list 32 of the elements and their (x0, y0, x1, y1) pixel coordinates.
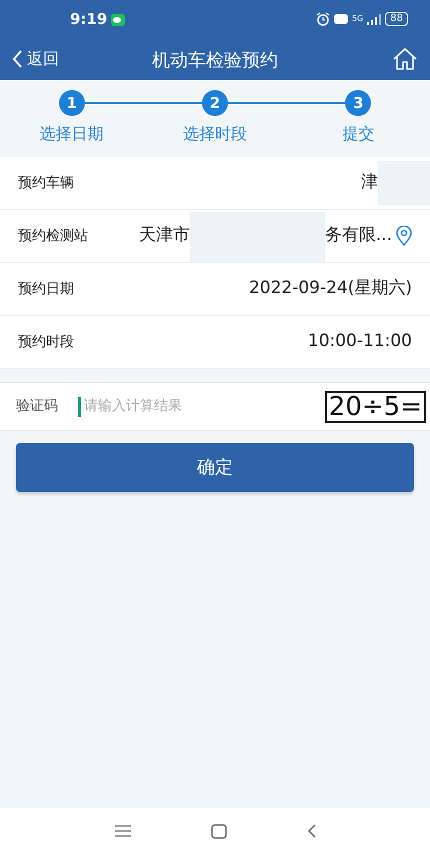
field-label: 预约日期 (18, 280, 75, 298)
battery-indicator: 88 (385, 12, 408, 26)
field-label: 预约时段 (18, 332, 75, 352)
chat-app-icon (111, 14, 126, 26)
signal-icon (367, 14, 382, 24)
back-icon[interactable] (306, 824, 316, 838)
back-icon (12, 50, 23, 68)
field-value: 津 (361, 171, 378, 194)
network-label: 5G (352, 13, 364, 25)
field-value: 天津市 (138, 224, 190, 248)
field-value: 2022-09-24(星期六) (248, 277, 412, 300)
field-label: 预约车辆 (18, 174, 75, 192)
captcha-label: 验证码 (16, 397, 59, 416)
step-number: 1 (58, 90, 85, 116)
page-title: 机动车检验预约 (152, 49, 278, 73)
step-label: 提交 (342, 123, 374, 145)
alarm-icon (316, 12, 330, 26)
step-label: 选择时段 (182, 123, 247, 145)
step-number: 2 (202, 90, 228, 116)
menu-icon[interactable] (114, 825, 130, 837)
home-button[interactable] (392, 46, 418, 72)
field-label: 预约检测站 (18, 226, 89, 246)
home-icon[interactable] (210, 824, 226, 838)
field-value: 10:00-11:00 (308, 330, 412, 354)
confirm-button[interactable]: 确定 (16, 443, 414, 492)
back-button[interactable]: 返回 (12, 47, 59, 71)
status-time: 9:19 (70, 8, 108, 30)
field-value: 务有限... (324, 224, 392, 248)
location-icon[interactable] (396, 226, 412, 246)
step-label: 选择日期 (40, 123, 104, 145)
step-number: 3 (345, 90, 372, 116)
captcha-image[interactable]: 20÷5= (324, 390, 426, 422)
